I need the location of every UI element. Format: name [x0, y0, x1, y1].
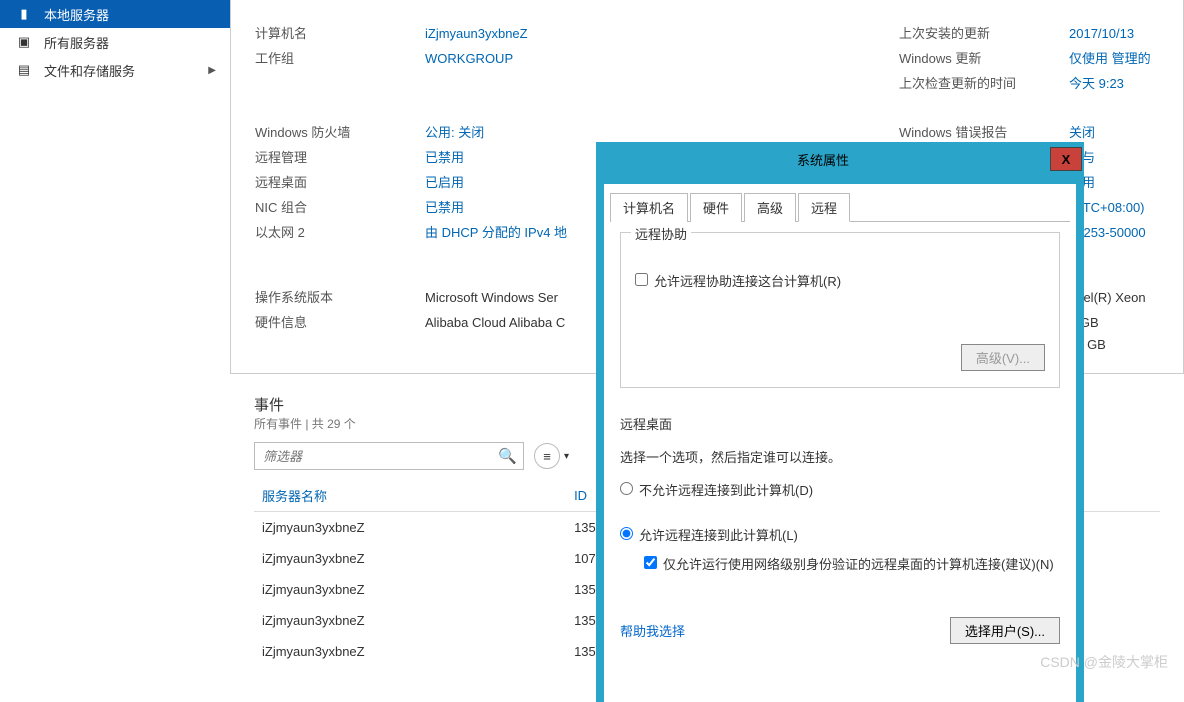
- value-remote-mgmt[interactable]: 已禁用: [425, 147, 464, 166]
- dialog-title: 系统属性: [596, 150, 1050, 169]
- label: Windows 错误报告: [899, 122, 1069, 141]
- legend: 远程协助: [631, 224, 691, 243]
- value[interactable]: 今天 9:23: [1069, 73, 1159, 92]
- dropdown-icon[interactable]: ▾: [564, 451, 578, 462]
- tab-advanced[interactable]: 高级: [744, 193, 796, 222]
- sidebar-item-label: 所有服务器: [44, 33, 109, 52]
- tab-hardware[interactable]: 硬件: [690, 193, 742, 222]
- col-server[interactable]: 服务器名称: [254, 480, 566, 512]
- cell: iZjmyaun3yxbneZ: [254, 605, 566, 636]
- chevron-right-icon: ▶: [208, 65, 216, 76]
- label: 上次安装的更新: [899, 23, 1069, 42]
- server-local-icon: ▮: [14, 6, 34, 22]
- value[interactable]: 2017/10/13: [1069, 26, 1159, 41]
- sidebar-item-label: 本地服务器: [44, 5, 109, 24]
- sidebar-item-local-server[interactable]: ▮ 本地服务器: [0, 0, 230, 28]
- dialog-titlebar[interactable]: 系统属性 X: [596, 142, 1084, 176]
- storage-icon: ▤: [14, 62, 34, 78]
- value-ethernet[interactable]: 由 DHCP 分配的 IPv4 地: [425, 222, 567, 241]
- help-link[interactable]: 帮助我选择: [620, 621, 685, 640]
- close-button[interactable]: X: [1050, 147, 1082, 171]
- value-os-version: Microsoft Windows Ser: [425, 290, 558, 305]
- label: 远程桌面: [255, 172, 425, 191]
- tab-computer-name[interactable]: 计算机名: [610, 193, 688, 222]
- dialog-tabs: 计算机名 硬件 高级 远程: [610, 192, 1070, 222]
- allow-remote-assist-checkbox[interactable]: 允许远程协助连接这台计算机(R): [635, 271, 1045, 290]
- advanced-button: 高级(V)...: [961, 344, 1045, 371]
- filter-options-button[interactable]: ≡: [534, 443, 560, 469]
- radio-allow-remote[interactable]: 允许远程连接到此计算机(L): [620, 525, 1060, 544]
- sidebar-item-all-servers[interactable]: ▣ 所有服务器: [0, 28, 230, 56]
- servers-icon: ▣: [14, 34, 34, 50]
- search-icon[interactable]: 🔍: [498, 447, 517, 465]
- value-nic-teaming[interactable]: 已禁用: [425, 197, 464, 216]
- filter-input[interactable]: [261, 448, 498, 465]
- label: 操作系统版本: [255, 287, 425, 306]
- cell: iZjmyaun3yxbneZ: [254, 574, 566, 605]
- checkbox-input[interactable]: [644, 556, 657, 569]
- label: Windows 防火墙: [255, 122, 425, 141]
- sidebar-item-file-storage[interactable]: ▤ 文件和存储服务 ▶: [0, 56, 230, 84]
- value-hw-info: Alibaba Cloud Alibaba C: [425, 315, 565, 330]
- value-computer-name[interactable]: iZjmyaun3yxbneZ: [425, 26, 528, 41]
- value[interactable]: 关闭: [1069, 122, 1159, 141]
- remote-assist-fieldset: 远程协助 允许远程协助连接这台计算机(R) 高级(V)...: [620, 232, 1060, 388]
- sidebar-item-label: 文件和存储服务: [44, 61, 135, 80]
- label: Windows 更新: [899, 48, 1069, 67]
- label: 远程管理: [255, 147, 425, 166]
- label: 计算机名: [255, 23, 425, 42]
- cell: iZjmyaun3yxbneZ: [254, 512, 566, 544]
- checkbox-input[interactable]: [635, 273, 648, 286]
- value-remote-desktop[interactable]: 已启用: [425, 172, 464, 191]
- label: NIC 组合: [255, 197, 425, 216]
- select-users-button[interactable]: 选择用户(S)...: [950, 617, 1060, 644]
- radio-label: 允许远程连接到此计算机(L): [639, 525, 798, 544]
- remote-desktop-fieldset: 远程桌面 选择一个选项，然后指定谁可以连接。 不允许远程连接到此计算机(D) 允…: [620, 408, 1060, 650]
- value-workgroup[interactable]: WORKGROUP: [425, 51, 513, 66]
- radio-label: 不允许远程连接到此计算机(D): [639, 480, 813, 499]
- value[interactable]: 仅使用 管理的: [1069, 48, 1159, 67]
- tab-remote[interactable]: 远程: [798, 193, 850, 222]
- cell: iZjmyaun3yxbneZ: [254, 636, 566, 667]
- checkbox-label: 仅允许运行使用网络级别身份验证的远程桌面的计算机连接(建议)(N): [663, 554, 1054, 573]
- radio-input[interactable]: [620, 482, 633, 495]
- system-properties-dialog: 计算机名 硬件 高级 远程 远程协助 允许远程协助连接这台计算机(R) 高级(V…: [596, 176, 1084, 702]
- filter-box[interactable]: 🔍: [254, 442, 524, 470]
- value-firewall[interactable]: 公用: 关闭: [425, 122, 484, 141]
- cell: iZjmyaun3yxbneZ: [254, 543, 566, 574]
- legend: 远程桌面: [620, 414, 1060, 433]
- radio-disallow-remote[interactable]: 不允许远程连接到此计算机(D): [620, 480, 1060, 499]
- radio-input[interactable]: [620, 527, 633, 540]
- label: 硬件信息: [255, 312, 425, 331]
- label: 上次检查更新的时间: [899, 73, 1069, 92]
- label: 工作组: [255, 48, 425, 67]
- sidebar: ▮ 本地服务器 ▣ 所有服务器 ▤ 文件和存储服务 ▶: [0, 0, 230, 680]
- checkbox-label: 允许远程协助连接这台计算机(R): [654, 271, 841, 290]
- nla-only-checkbox[interactable]: 仅允许运行使用网络级别身份验证的远程桌面的计算机连接(建议)(N): [644, 554, 1060, 573]
- label: 以太网 2: [255, 222, 425, 241]
- intro-text: 选择一个选项，然后指定谁可以连接。: [620, 447, 1060, 466]
